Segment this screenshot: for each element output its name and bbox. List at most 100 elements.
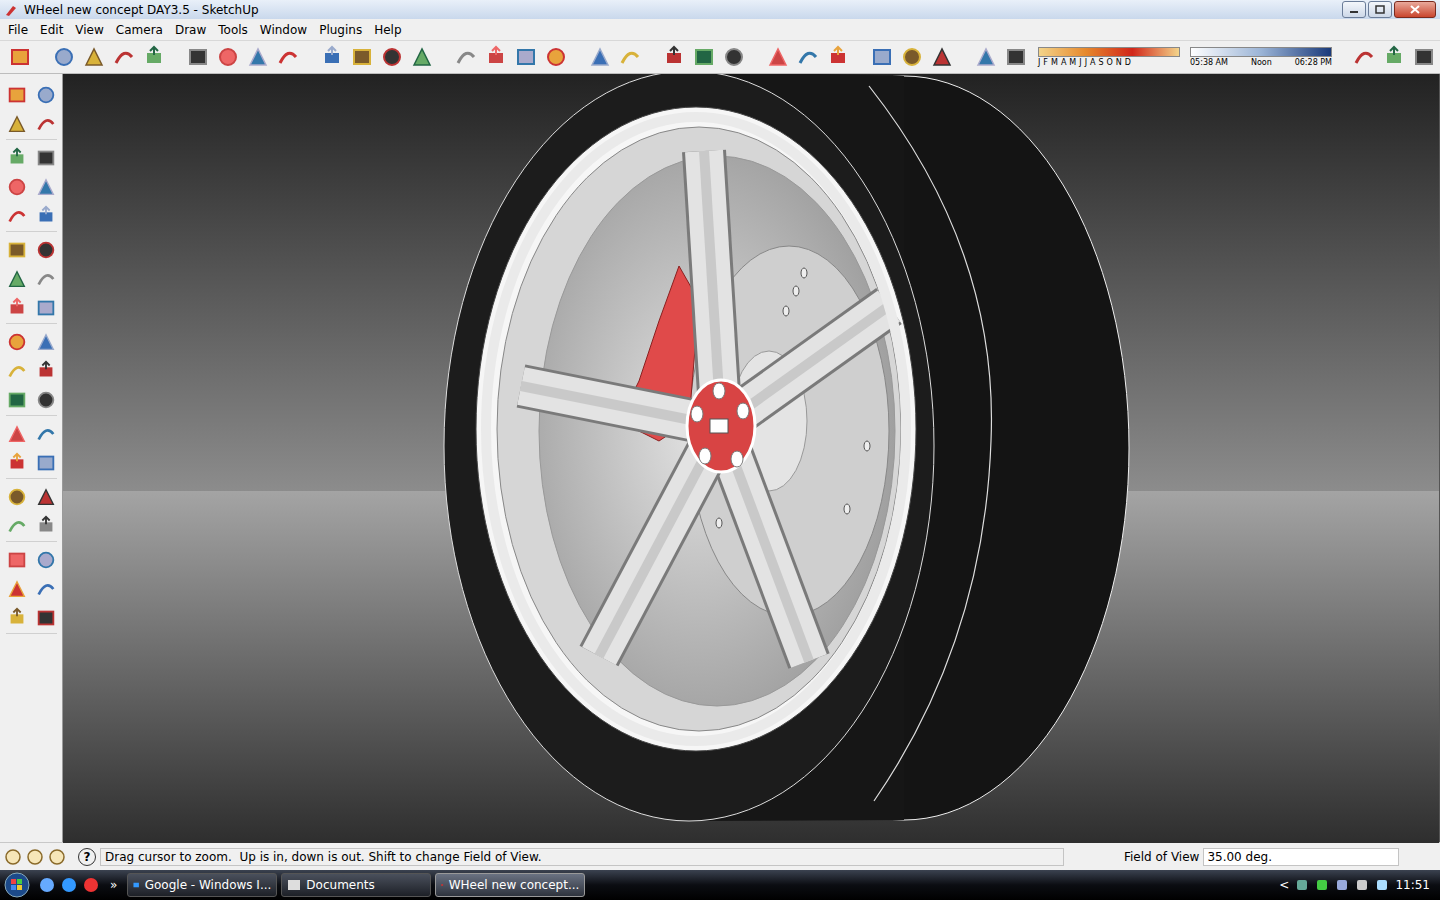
- tool-icon[interactable]: [6, 113, 28, 135]
- tool-icon[interactable]: [35, 205, 57, 227]
- tool-icon[interactable]: [826, 45, 850, 69]
- tool-icon[interactable]: [186, 45, 210, 69]
- clock[interactable]: 11:51: [1395, 878, 1430, 892]
- film-icon[interactable]: [1382, 45, 1406, 69]
- tool-icon[interactable]: [35, 607, 57, 629]
- tool-icon[interactable]: [35, 176, 57, 198]
- taskbar-button[interactable]: WHeel new concept...: [435, 873, 585, 897]
- tool-icon[interactable]: [6, 515, 28, 537]
- tool-icon[interactable]: [6, 607, 28, 629]
- start-button[interactable]: [0, 871, 34, 899]
- tool-icon[interactable]: [35, 268, 57, 290]
- tool-icon[interactable]: [6, 331, 28, 353]
- menu-item[interactable]: Draw: [169, 21, 212, 39]
- tool-icon[interactable]: [692, 45, 716, 69]
- value-field[interactable]: 35.00 deg.: [1203, 848, 1399, 866]
- menu-item[interactable]: Help: [368, 21, 407, 39]
- tool-icon[interactable]: [6, 452, 28, 474]
- tool-icon[interactable]: [320, 45, 344, 69]
- menu-item[interactable]: Plugins: [313, 21, 368, 39]
- wifi-icon[interactable]: [1375, 878, 1389, 892]
- tool-icon[interactable]: [6, 239, 28, 261]
- georeference-icon[interactable]: [4, 848, 22, 866]
- tool-icon[interactable]: [870, 45, 894, 69]
- tool-icon[interactable]: [82, 45, 106, 69]
- help-button[interactable]: ?: [78, 848, 96, 866]
- minimize-button[interactable]: [1342, 1, 1366, 18]
- tool-icon[interactable]: [35, 578, 57, 600]
- ie-icon[interactable]: [60, 876, 78, 894]
- maximize-button[interactable]: [1368, 1, 1392, 18]
- tool-icon[interactable]: [484, 45, 508, 69]
- tool-icon[interactable]: [6, 205, 28, 227]
- tool-icon[interactable]: [35, 389, 57, 411]
- power-icon[interactable]: [1335, 878, 1349, 892]
- more-button[interactable]: »: [104, 878, 123, 892]
- layer-icon[interactable]: [974, 45, 998, 69]
- tool-icon[interactable]: [454, 45, 478, 69]
- tool-icon[interactable]: [6, 389, 28, 411]
- update-icon[interactable]: [1315, 878, 1329, 892]
- tray-expand[interactable]: <: [1279, 878, 1289, 892]
- tool-icon[interactable]: [796, 45, 820, 69]
- volume-icon[interactable]: [1355, 878, 1369, 892]
- tool-icon[interactable]: [6, 84, 28, 106]
- taskbar-button[interactable]: Documents: [281, 873, 431, 897]
- tool-icon[interactable]: [8, 45, 32, 69]
- show-desktop-icon[interactable]: [38, 876, 56, 894]
- tool-icon[interactable]: [6, 578, 28, 600]
- tool-icon[interactable]: [900, 45, 924, 69]
- tool-icon[interactable]: [6, 268, 28, 290]
- chrome-icon[interactable]: [82, 876, 100, 894]
- tool-icon[interactable]: [35, 360, 57, 382]
- tool-icon[interactable]: [35, 423, 57, 445]
- tool-icon[interactable]: [544, 45, 568, 69]
- menu-item[interactable]: Window: [254, 21, 313, 39]
- tool-icon[interactable]: [6, 147, 28, 169]
- tool-icon[interactable]: [722, 45, 746, 69]
- tool-icon[interactable]: [662, 45, 686, 69]
- tool-icon[interactable]: [380, 45, 404, 69]
- menu-item[interactable]: Edit: [34, 21, 69, 39]
- close-button[interactable]: [1394, 1, 1436, 18]
- tool-icon[interactable]: [766, 45, 790, 69]
- tool-icon[interactable]: [35, 84, 57, 106]
- tool-icon[interactable]: [410, 45, 434, 69]
- tool-icon[interactable]: [216, 45, 240, 69]
- tool-icon[interactable]: [6, 486, 28, 508]
- 3d-viewport[interactable]: [63, 74, 1440, 842]
- tool-icon[interactable]: [350, 45, 374, 69]
- tool-icon[interactable]: [52, 45, 76, 69]
- tool-icon[interactable]: [35, 113, 57, 135]
- tool-icon[interactable]: [6, 297, 28, 319]
- tool-icon[interactable]: [35, 549, 57, 571]
- tool-icon[interactable]: [6, 176, 28, 198]
- tool-icon[interactable]: [35, 486, 57, 508]
- menu-item[interactable]: Camera: [110, 21, 169, 39]
- tool-icon[interactable]: [6, 549, 28, 571]
- tool-icon[interactable]: [6, 423, 28, 445]
- menu-item[interactable]: File: [2, 21, 34, 39]
- tool-icon[interactable]: [35, 147, 57, 169]
- tool-icon[interactable]: [930, 45, 954, 69]
- tool-icon[interactable]: [35, 452, 57, 474]
- tool-icon[interactable]: [6, 360, 28, 382]
- credits-icon[interactable]: [26, 848, 44, 866]
- tool-icon[interactable]: [35, 515, 57, 537]
- tool-icon[interactable]: [618, 45, 642, 69]
- tool-icon[interactable]: [112, 45, 136, 69]
- tool-icon[interactable]: [35, 331, 57, 353]
- menu-item[interactable]: View: [69, 21, 109, 39]
- tool-icon[interactable]: [246, 45, 270, 69]
- tool-icon[interactable]: [35, 297, 57, 319]
- tool-icon[interactable]: [514, 45, 538, 69]
- box-icon[interactable]: [1004, 45, 1028, 69]
- network-icon[interactable]: [1295, 878, 1309, 892]
- tool-icon[interactable]: [588, 45, 612, 69]
- camera-icon[interactable]: [1352, 45, 1376, 69]
- tool-icon[interactable]: [276, 45, 300, 69]
- tool-icon[interactable]: [35, 239, 57, 261]
- menu-item[interactable]: Tools: [212, 21, 254, 39]
- tool-icon[interactable]: [142, 45, 166, 69]
- month-slider[interactable]: [1038, 47, 1180, 57]
